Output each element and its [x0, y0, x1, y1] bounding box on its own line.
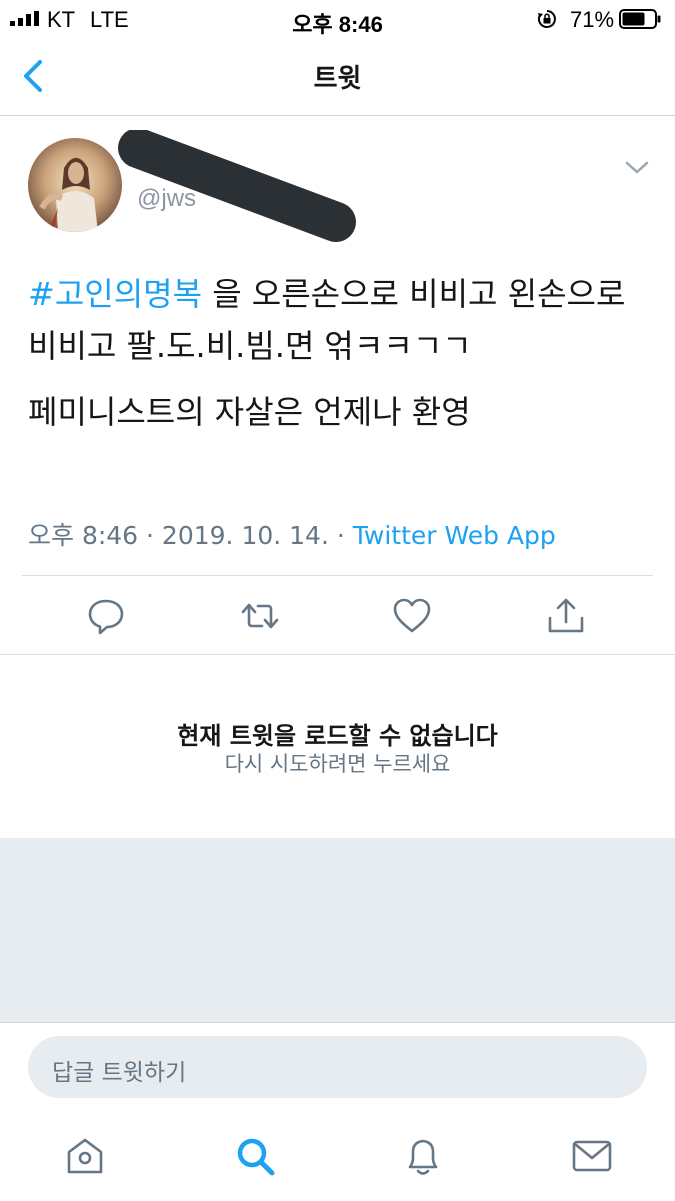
- retry-link[interactable]: 다시 시도하려면 누르세요: [0, 748, 675, 778]
- hashtag-link[interactable]: #고인의명복: [28, 275, 202, 313]
- avatar[interactable]: [28, 138, 122, 232]
- tweet-timestamp: 오후 8:46 · 2019. 10. 14. ·: [28, 521, 353, 550]
- tweet-text: #고인의명복 을 오른손으로 비비고 왼손으로 비비고 팔.도.비.빔.면 얶ㅋ…: [28, 268, 648, 438]
- tweet-line-1: #고인의명복 을 오른손으로 비비고 왼손으로 비비고 팔.도.비.빔.면 얶ㅋ…: [28, 268, 648, 372]
- nav-bar: 트윗: [0, 38, 675, 116]
- battery-percent: 71%: [570, 7, 615, 32]
- like-icon[interactable]: [392, 596, 432, 636]
- reply-icon[interactable]: [86, 596, 126, 636]
- divider: [22, 575, 653, 576]
- notifications-icon[interactable]: [401, 1134, 445, 1178]
- tweet-meta: 오후 8:46 · 2019. 10. 14. · Twitter Web Ap…: [28, 516, 556, 552]
- retweet-icon[interactable]: [240, 596, 280, 636]
- messages-icon[interactable]: [570, 1134, 614, 1178]
- divider: [0, 654, 675, 655]
- share-icon[interactable]: [546, 596, 586, 636]
- avatar-image: [28, 138, 122, 232]
- empty-area: [0, 838, 675, 1022]
- tweet-source-link[interactable]: Twitter Web App: [353, 521, 556, 550]
- rotation-lock-icon: [537, 10, 556, 28]
- error-title: 현재 트윗을 로드할 수 없습니다: [177, 722, 498, 750]
- redaction-mark: [118, 130, 356, 242]
- home-icon[interactable]: [63, 1134, 107, 1178]
- search-icon[interactable]: [233, 1134, 277, 1178]
- page-title: 트윗: [313, 64, 362, 94]
- status-bar: KT LTE 오후 8:46 71%: [0, 0, 675, 38]
- reply-input[interactable]: 답글 트윗하기: [28, 1036, 647, 1098]
- chevron-down-icon[interactable]: [624, 156, 650, 178]
- reply-placeholder: 답글 트윗하기: [52, 1060, 187, 1086]
- battery-icon: [619, 9, 661, 29]
- tweet-line-2: 페미니스트의 자살은 언제나 환영: [28, 393, 471, 431]
